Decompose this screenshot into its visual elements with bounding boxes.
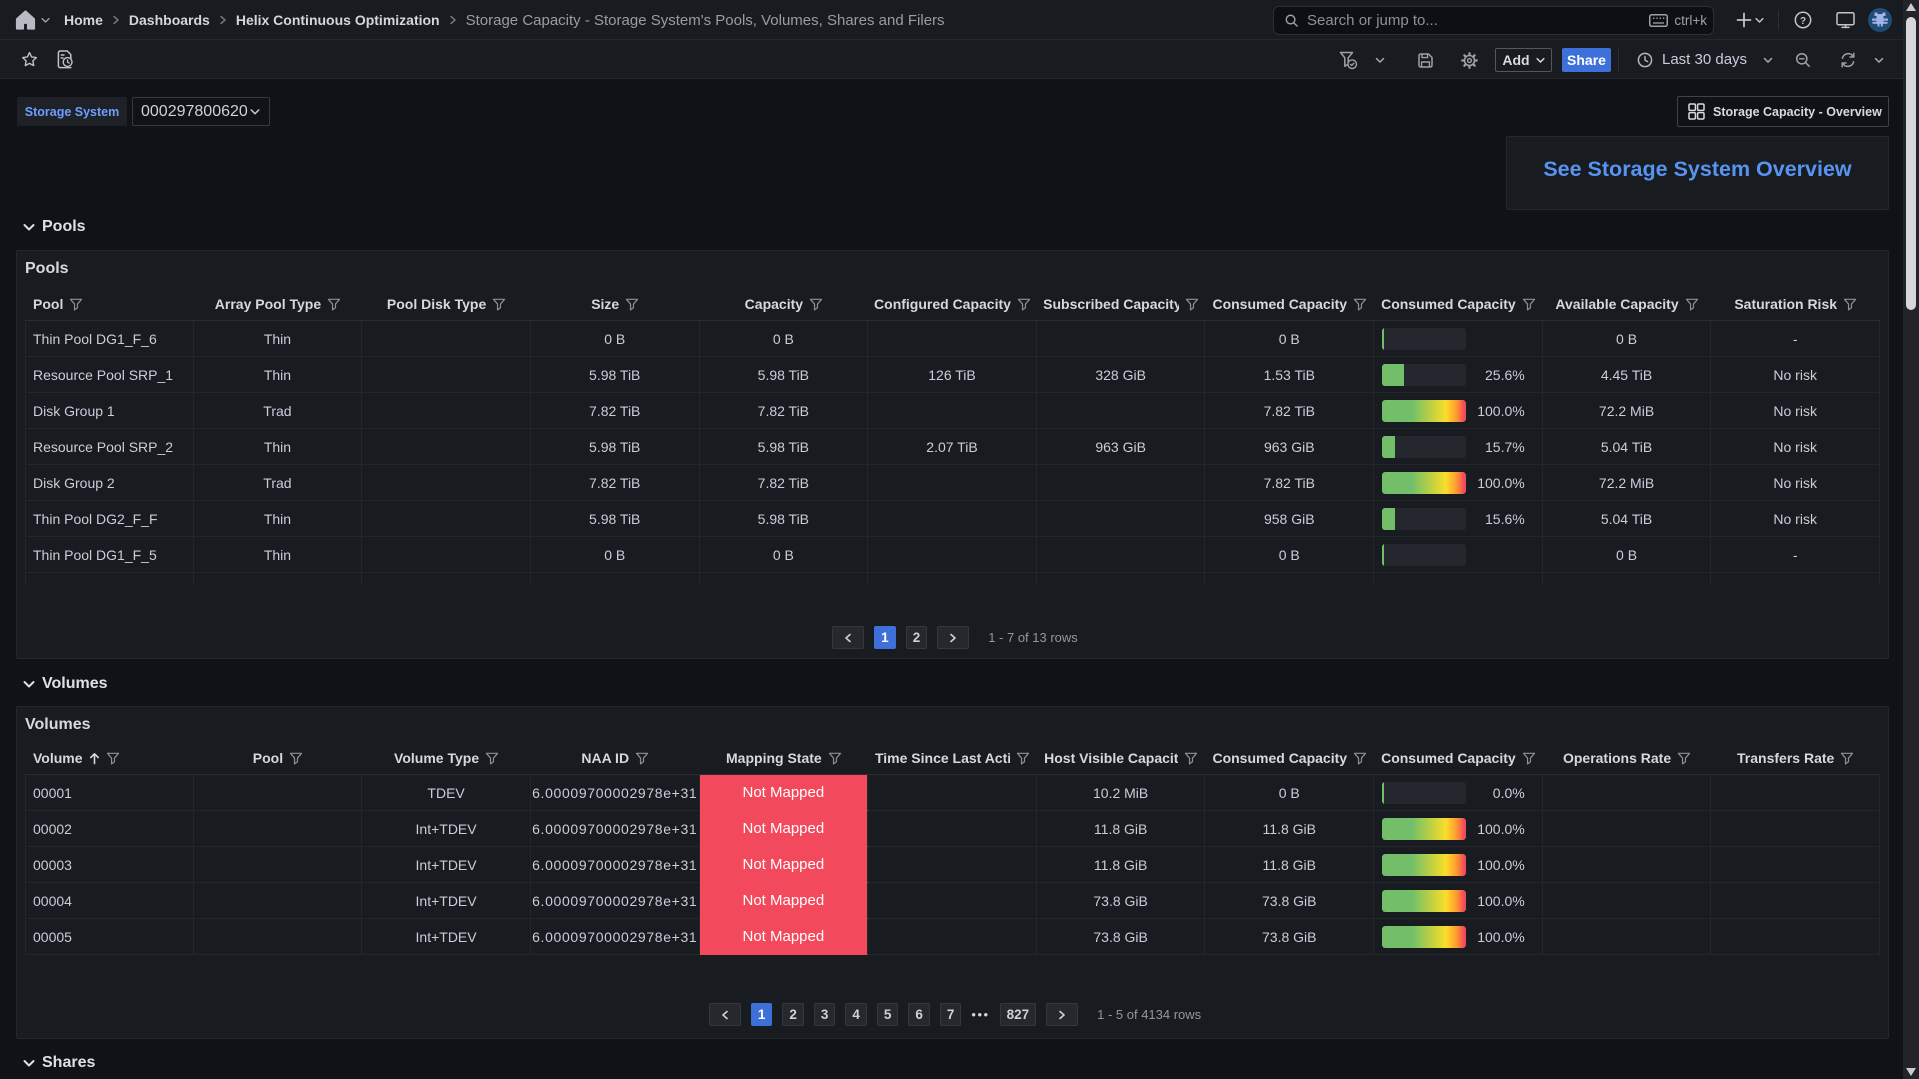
svg-text:?: ? (1800, 16, 1806, 27)
